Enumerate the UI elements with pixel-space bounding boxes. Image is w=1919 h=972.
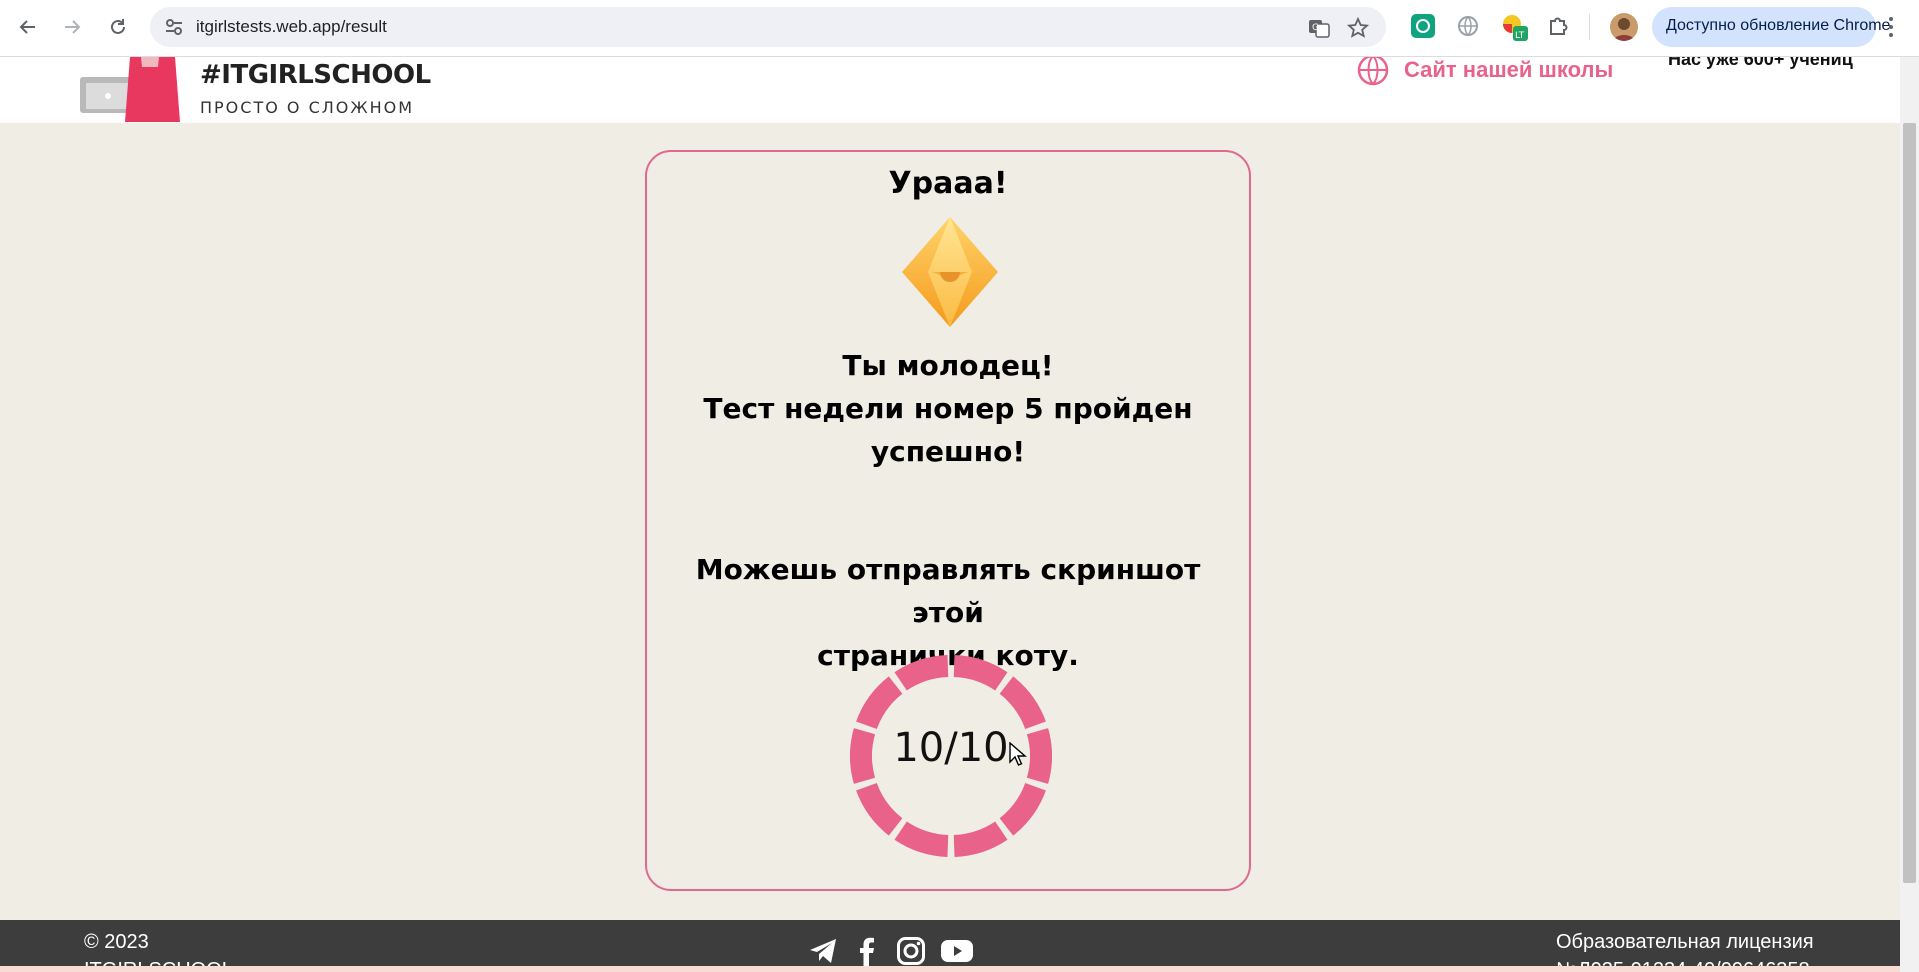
bookmark-star-icon[interactable] [1347,17,1369,39]
chrome-update-label: Доступно обновление Chrome [1666,17,1891,34]
back-icon[interactable] [13,12,43,42]
score-segment [953,821,1008,857]
url-text: itgirlstests.web.app/result [196,17,387,36]
instagram-icon[interactable] [896,936,926,966]
score-segment [894,821,949,857]
score-segment [894,655,949,691]
telegram-icon[interactable] [808,936,838,966]
menu-kebab-icon[interactable] [1888,16,1894,38]
diamond-icon [902,217,998,327]
reload-icon[interactable] [103,12,133,42]
school-site-label: Сайт нашей школы [1404,57,1614,82]
svg-text:G: G [1312,23,1319,33]
students-count: Нас уже 600+ учениц [1668,57,1853,69]
congrats-line-3: успешно! [870,435,1026,468]
extensions-puzzle-icon[interactable] [1546,14,1570,38]
bottom-strip [0,966,1900,972]
logo-title: #ITGIRLSCHOOL [200,60,431,90]
languagetool-extension-icon[interactable]: LT [1501,14,1528,41]
browser-toolbar: itgirlstests.web.app/result G LT Доступн… [0,0,1919,57]
site-settings-icon[interactable] [164,17,184,37]
license-line-1: Образовательная лицензия [1556,931,1814,953]
score-segment [999,782,1046,836]
social-links [808,936,974,966]
facebook-icon[interactable] [852,936,882,966]
mouse-cursor-icon [1009,742,1027,766]
score-segment [856,782,903,836]
address-bar[interactable]: itgirlstests.web.app/result G [150,7,1386,47]
translate-icon[interactable]: G [1308,17,1330,39]
congrats-line-2: Тест недели номер 5 пройден [703,392,1193,425]
school-site-link[interactable]: Сайт нашей школы [1356,57,1613,87]
youtube-icon[interactable] [940,936,974,966]
globe-extension-icon[interactable] [1456,14,1480,38]
logo-subtitle: ПРОСТО О СЛОЖНОМ [200,98,415,117]
chatgpt-extension-icon[interactable] [1411,14,1435,38]
chrome-update-button[interactable]: Доступно обновление Chrome [1652,7,1890,47]
svg-text:LT: LT [1515,31,1525,41]
forward-icon[interactable] [57,12,87,42]
congrats-line-1: Ты молодец! [842,349,1054,382]
site-footer: © 2023 ITGIRLSCHOOL Образовательная лице… [0,920,1900,972]
site-header: #ITGIRLSCHOOL ПРОСТО О СЛОЖНОМ Сайт наше… [0,57,1900,123]
congrats-message: Ты молодец! Тест недели номер 5 пройден … [667,344,1229,473]
score-segment [999,676,1046,730]
hooray-heading: Урааа! [888,166,1008,201]
page-scrollbar[interactable] [1900,57,1919,972]
toolbar-divider [1589,14,1590,40]
scrollbar-thumb[interactable] [1903,123,1916,883]
result-card: Урааа! Ты молодец! Тест недели номер 5 п… [645,150,1251,891]
logo-illustration[interactable] [80,57,190,123]
screenshot-line-1: Можешь отправлять скриншот этой [695,553,1201,629]
profile-avatar[interactable] [1610,13,1638,41]
score-segment [953,655,1008,691]
globe-icon [1357,57,1389,86]
copyright-year: © 2023 [84,931,149,953]
score-segment [856,676,903,730]
